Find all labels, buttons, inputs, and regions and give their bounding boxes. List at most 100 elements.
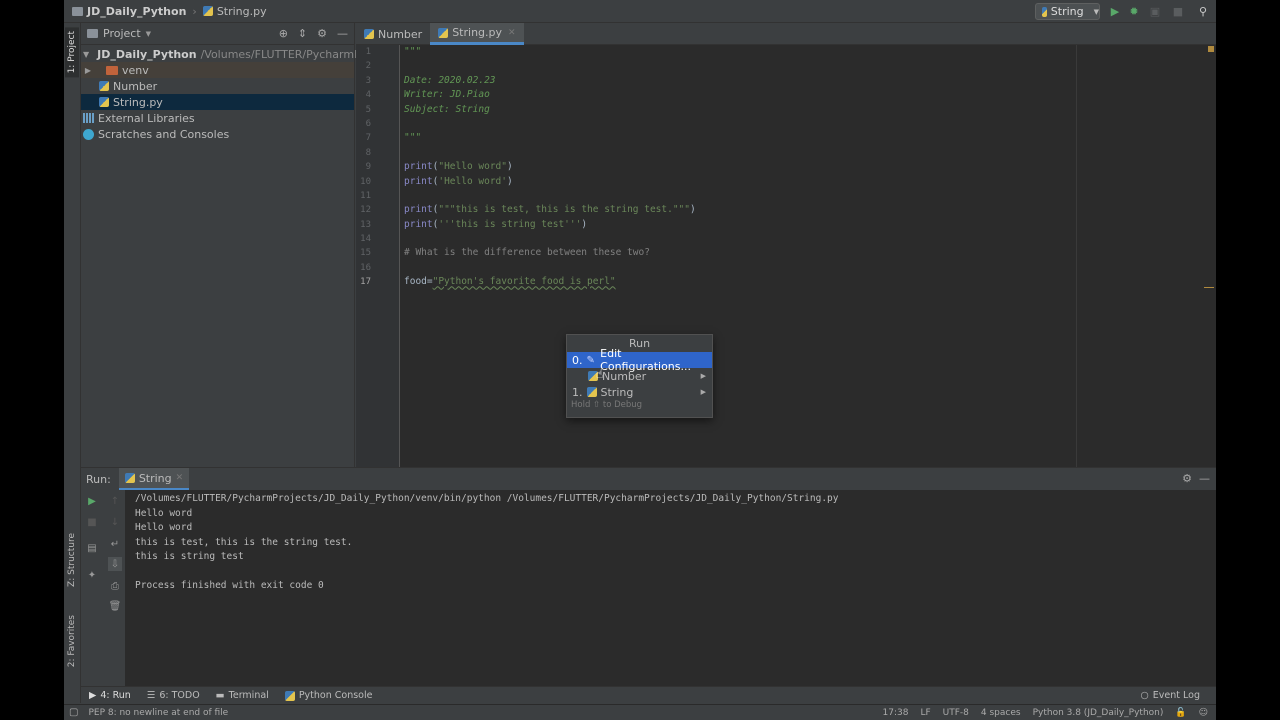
popup-item-edit-configurations[interactable]: 0. ✎ Edit Configurations... (567, 347, 712, 373)
breadcrumb-file[interactable]: String.py (217, 5, 267, 18)
expand-right-icon[interactable]: ▶ (83, 66, 93, 75)
code-area[interactable]: """ Date: 2020.02.23 Writer: JD.Piao Subjec… (404, 45, 1204, 290)
scroll-to-end-icon[interactable]: ⇩ (108, 557, 122, 571)
tree-item-number[interactable]: Number (81, 78, 354, 94)
tree-item-scratches[interactable]: Scratches and Consoles (81, 126, 354, 142)
trash-icon[interactable]: 🗑 (108, 599, 122, 613)
line-number: 1 (365, 47, 371, 57)
popup-item-index: 0. (572, 353, 583, 367)
close-icon[interactable]: ✕ (508, 28, 516, 38)
code-line[interactable]: print("Hello word") (404, 160, 1204, 174)
tool-run[interactable]: ▶ 4: Run (89, 690, 131, 701)
line-number: 7 (365, 133, 371, 144)
line-number: 12 (360, 205, 371, 216)
tab-string-py[interactable]: String.py ✕ (430, 23, 524, 45)
code-line[interactable]: food="Python's favorite food is perl" (404, 275, 1204, 289)
code-line[interactable] (404, 146, 1204, 160)
event-log-icon: ○ (1140, 690, 1149, 701)
arrow-up-icon[interactable]: ↑ (108, 494, 122, 508)
tool-python-console[interactable]: Python Console (284, 690, 373, 701)
tab-favorites[interactable]: 2: Favorites (65, 611, 79, 671)
line-number: 11 (360, 190, 371, 201)
gear-icon[interactable]: ⚙ (317, 27, 327, 40)
print-icon[interactable]: ⎙ (108, 579, 122, 593)
coverage-icon[interactable]: ▣ (1149, 5, 1161, 18)
tool-event-log[interactable]: ○ Event Log (1141, 690, 1201, 701)
caret-position[interactable]: 17:38 (883, 708, 909, 718)
run-toolbar: ▶ ↑ ■ ↓ ▤ ↵ ⇩ ✦ ⎙ 🗑 (81, 490, 125, 687)
error-stripe-marker[interactable] (1204, 287, 1214, 288)
code-line[interactable]: Writer: JD.Piao (404, 88, 1204, 102)
python-file-icon (202, 6, 213, 16)
close-icon[interactable]: ✕ (176, 473, 184, 483)
code-line[interactable] (404, 59, 1204, 73)
tool-python-console-label: Python Console (298, 690, 373, 701)
minimize-icon[interactable]: — (337, 27, 348, 40)
minimize-icon[interactable]: — (1199, 472, 1210, 485)
code-line[interactable] (404, 261, 1204, 275)
expand-down-icon[interactable]: ▼ (83, 50, 89, 59)
python-interpreter[interactable]: Python 3.8 (JD_Daily_Python) (1033, 708, 1164, 718)
tree-root[interactable]: ▼ JD_Daily_Python /Volumes/FLUTTER/Pycha… (81, 46, 372, 62)
code-line[interactable]: print('Hello word') (404, 175, 1204, 189)
rerun-icon[interactable]: ▶ (85, 494, 99, 508)
search-icon[interactable]: ⚲ (1197, 5, 1209, 18)
left-tool-stripe: 1: Project Z: Structure 2: Favorites (64, 23, 81, 703)
chevron-down-icon[interactable]: ▼ (146, 30, 151, 38)
gear-icon[interactable]: ⚙ (1182, 472, 1192, 485)
inspector-icon[interactable]: ☺ (1199, 708, 1208, 718)
tree-item-external-libraries[interactable]: External Libraries (81, 110, 354, 126)
bug-icon[interactable]: ✹ (1128, 5, 1140, 18)
collapse-icon[interactable]: ⇕ (298, 27, 307, 40)
line-separator[interactable]: LF (920, 708, 930, 718)
tree-item-venv[interactable]: ▶ venv (81, 62, 354, 78)
code-line[interactable]: print('''this is string test''') (404, 218, 1204, 232)
code-line[interactable]: # What is the difference between these t… (404, 246, 1204, 260)
status-message: PEP 8: no newline at end of file (88, 707, 229, 718)
tree-item-string[interactable]: String.py (81, 94, 354, 110)
arrow-down-icon[interactable]: ↓ (108, 515, 122, 529)
tool-todo[interactable]: ☰ 6: TODO (147, 690, 200, 701)
run-tab-string[interactable]: String ✕ (118, 468, 190, 490)
popup-item-number[interactable]: Number ▶ (567, 368, 712, 384)
code-line[interactable] (404, 189, 1204, 203)
breadcrumb-project[interactable]: JD_Daily_Python (87, 5, 186, 18)
code-line[interactable]: print("""this is test, this is the strin… (404, 203, 1204, 217)
lock-icon[interactable]: 🔓 (1175, 708, 1186, 718)
run-popup: Run 0. ✎ Edit Configurations... Number ▶… (566, 334, 713, 418)
indent-setting[interactable]: 4 spaces (981, 708, 1021, 718)
locate-icon[interactable]: ⊕ (279, 27, 288, 40)
layout-icon[interactable]: ▤ (85, 541, 99, 555)
code-line[interactable] (404, 232, 1204, 246)
soft-wrap-icon[interactable]: ↵ (108, 537, 122, 551)
toggle-tool-windows-icon[interactable]: ▢ (69, 707, 78, 718)
console-output[interactable]: /Volumes/FLUTTER/PycharmProjects/JD_Dail… (135, 492, 839, 594)
line-number: 6 (365, 118, 371, 129)
pin-icon[interactable]: ✦ (85, 568, 99, 582)
code-line[interactable]: """ (404, 45, 1204, 59)
line-number: 9 (365, 162, 371, 173)
code-line[interactable] (404, 117, 1204, 131)
chevron-right-icon: ▶ (700, 388, 706, 396)
run-configuration-selector[interactable]: String ▼ (1035, 3, 1100, 20)
mouse-cursor-icon: ☝ (596, 367, 604, 381)
code-line[interactable]: Subject: String (404, 103, 1204, 117)
project-panel-title[interactable]: Project (103, 27, 141, 40)
stop-icon[interactable]: ■ (85, 515, 99, 529)
tab-structure[interactable]: Z: Structure (65, 529, 79, 591)
editor-tabs: Number String.py ✕ (356, 23, 1216, 45)
popup-item-string[interactable]: 1. String ▶ (567, 384, 712, 400)
line-number: 15 (360, 248, 371, 259)
tool-terminal[interactable]: ▬ Terminal (216, 690, 269, 701)
line-number: 13 (360, 219, 371, 230)
code-line[interactable]: """ (404, 131, 1204, 145)
breadcrumb-separator: › (192, 4, 197, 18)
code-line[interactable]: Date: 2020.02.23 (404, 74, 1204, 88)
file-encoding[interactable]: UTF-8 (943, 708, 969, 718)
tab-project[interactable]: 1: Project (65, 27, 79, 78)
play-icon[interactable]: ▶ (1109, 5, 1121, 18)
stop-icon[interactable]: ■ (1172, 5, 1184, 18)
inspection-marker[interactable] (1208, 46, 1214, 52)
line-number: 2 (365, 61, 371, 72)
tab-number[interactable]: Number (356, 23, 430, 45)
